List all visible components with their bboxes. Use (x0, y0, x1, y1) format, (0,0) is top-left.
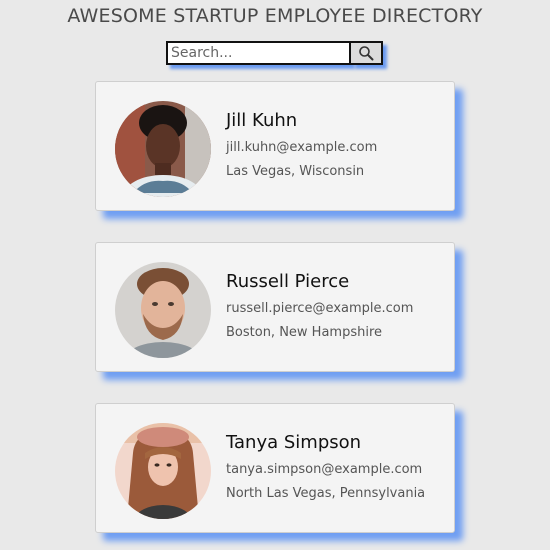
employee-email: jill.kuhn@example.com (226, 140, 378, 155)
search-button[interactable] (351, 41, 383, 65)
employee-name: Tanya Simpson (226, 432, 362, 453)
avatar (115, 101, 211, 197)
employee-location: North Las Vegas, Pennsylvania (226, 486, 426, 501)
employee-card[interactable]: Jill Kuhn jill.kuhn@example.com Las Vega… (95, 81, 455, 211)
search-bar (166, 41, 383, 65)
employee-location: Las Vegas, Wisconsin (226, 164, 365, 179)
employee-card[interactable]: Russell Pierce russell.pierce@example.co… (95, 242, 455, 372)
search-input[interactable] (166, 41, 351, 65)
employee-name: Russell Pierce (226, 271, 350, 292)
employee-email: tanya.simpson@example.com (226, 462, 423, 477)
page-title: AWESOME STARTUP EMPLOYEE DIRECTORY (67, 5, 483, 27)
employee-email: russell.pierce@example.com (226, 301, 414, 316)
avatar (115, 423, 211, 519)
employee-location: Boston, New Hampshire (226, 325, 383, 340)
employee-card[interactable]: Tanya Simpson tanya.simpson@example.com … (95, 403, 455, 533)
avatar (115, 262, 211, 358)
employee-name: Jill Kuhn (226, 110, 298, 131)
search-icon (359, 46, 374, 61)
